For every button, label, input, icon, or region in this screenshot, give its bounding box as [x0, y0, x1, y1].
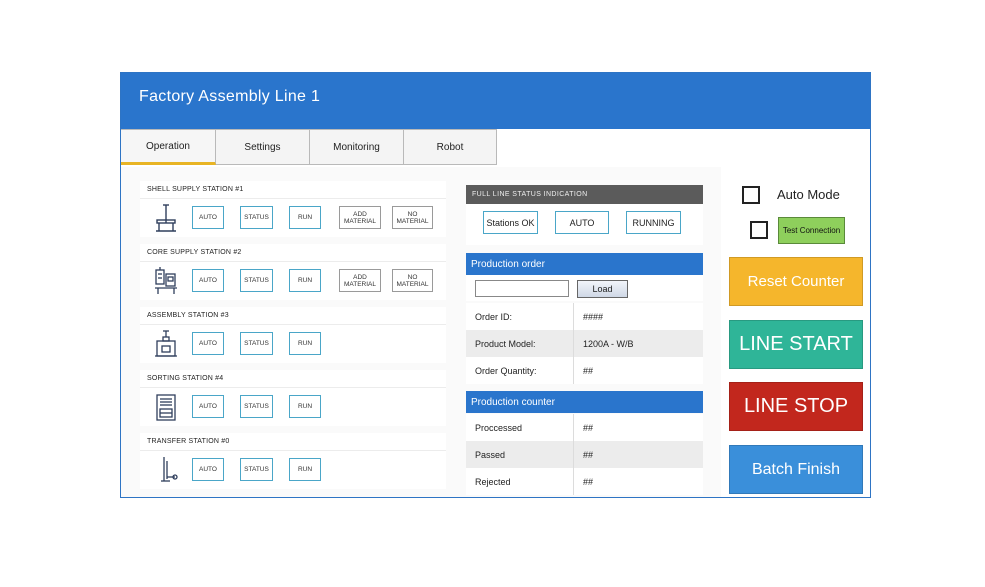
station-list: SHELL SUPPLY STATION #1 AUTO STATUS RUN — [140, 181, 446, 497]
arm-icon — [161, 457, 178, 482]
status-button[interactable]: STATUS — [240, 458, 273, 481]
status-button[interactable]: STATUS — [240, 395, 273, 418]
tab-monitoring[interactable]: Monitoring — [310, 129, 404, 165]
row-value: ## — [583, 423, 594, 433]
tab-operation[interactable]: Operation — [121, 129, 216, 165]
row-value: 1200A - W/B — [583, 339, 634, 349]
table-row: Order Quantity: ## — [466, 357, 703, 384]
order-load-row: Load — [466, 275, 703, 301]
row-value: ## — [583, 366, 594, 376]
row-value: ## — [583, 450, 594, 460]
station-card: SHELL SUPPLY STATION #1 AUTO STATUS RUN — [140, 181, 446, 237]
load-button[interactable]: Load — [577, 280, 628, 298]
divider — [140, 198, 446, 199]
status-button[interactable]: STATUS — [240, 332, 273, 355]
cabinet-icon — [156, 394, 176, 421]
status-button[interactable]: STATUS — [240, 206, 273, 229]
line-stop-button[interactable]: LINE STOP — [729, 382, 863, 431]
control-column: Auto Mode Test Connection Reset Counter … — [721, 167, 870, 497]
table-row: Order ID: #### — [466, 303, 703, 330]
stand-icon — [156, 204, 176, 232]
tab-bar: Operation Settings Monitoring Robot — [121, 129, 870, 167]
row-label: Passed — [475, 450, 506, 460]
station-card: ASSEMBLY STATION #3 AUTO STATUS RUN — [140, 307, 446, 363]
auto-button[interactable]: AUTO — [192, 206, 224, 229]
divider — [140, 261, 446, 262]
station-name: SHELL SUPPLY STATION #1 — [147, 186, 244, 193]
auto-button[interactable]: AUTO — [192, 395, 224, 418]
station-card: TRANSFER STATION #0 AUTO STATUS RUN — [140, 433, 446, 489]
station-card: SORTING STATION #4 AUTO STATUS RUN — [140, 370, 446, 426]
station-name: SORTING STATION #4 — [147, 375, 224, 382]
divider — [140, 387, 446, 388]
row-value: ## — [583, 477, 594, 487]
auto-mode-label: Auto Mode — [777, 187, 840, 202]
auto-indicator: AUTO — [555, 211, 609, 234]
run-button[interactable]: RUN — [289, 458, 321, 481]
add-material-button[interactable]: ADD MATERIAL — [339, 206, 381, 229]
row-value: #### — [583, 312, 604, 322]
add-material-button[interactable]: ADD MATERIAL — [339, 269, 381, 292]
full-line-status-panel: Stations OK AUTO RUNNING — [466, 204, 703, 245]
table-row: Rejected ## — [466, 468, 703, 495]
station-name: CORE SUPPLY STATION #2 — [147, 249, 242, 256]
row-label: Order ID: — [475, 312, 513, 322]
run-button[interactable]: RUN — [289, 269, 321, 292]
test-connection-checkbox[interactable] — [750, 221, 768, 239]
divider — [573, 357, 574, 384]
line-status-column: FULL LINE STATUS INDICATION Stations OK … — [466, 167, 703, 497]
station-name: TRANSFER STATION #0 — [147, 438, 230, 445]
auto-button[interactable]: AUTO — [192, 269, 224, 292]
divider — [573, 330, 574, 357]
line-start-button[interactable]: LINE START — [729, 320, 863, 369]
divider — [573, 441, 574, 468]
row-label: Order Quantity: — [475, 366, 537, 376]
title-bar: Factory Assembly Line 1 — [121, 73, 870, 129]
run-button[interactable]: RUN — [289, 206, 321, 229]
divider — [573, 468, 574, 495]
production-order-header: Production order — [466, 253, 703, 275]
divider — [140, 450, 446, 451]
full-line-status-header: FULL LINE STATUS INDICATION — [466, 185, 703, 204]
reset-counter-button[interactable]: Reset Counter — [729, 257, 863, 306]
station-name: ASSEMBLY STATION #3 — [147, 312, 229, 319]
auto-mode-checkbox[interactable] — [742, 186, 760, 204]
no-material-button[interactable]: NO MATERIAL — [392, 206, 433, 229]
run-button[interactable]: RUN — [289, 332, 321, 355]
stations-ok-indicator: Stations OK — [483, 211, 538, 234]
batch-finish-button[interactable]: Batch Finish — [729, 445, 863, 494]
station-card: CORE SUPPLY STATION #2 AUTO STATUS RUN A… — [140, 244, 446, 300]
auto-button[interactable]: AUTO — [192, 458, 224, 481]
tab-settings[interactable]: Settings — [216, 129, 310, 165]
app-window: Factory Assembly Line 1 Operation Settin… — [120, 72, 871, 498]
running-indicator: RUNNING — [626, 211, 681, 234]
production-counter-header: Production counter — [466, 391, 703, 413]
table-row: Proccessed ## — [466, 414, 703, 441]
tab-robot[interactable]: Robot — [404, 129, 497, 165]
status-button[interactable]: STATUS — [240, 269, 273, 292]
row-label: Rejected — [475, 477, 511, 487]
order-input[interactable] — [475, 280, 569, 297]
operation-panel: SHELL SUPPLY STATION #1 AUTO STATUS RUN — [121, 167, 870, 497]
table-row: Passed ## — [466, 441, 703, 468]
divider — [140, 324, 446, 325]
row-label: Proccessed — [475, 423, 523, 433]
table-row: Product Model: 1200A - W/B — [466, 330, 703, 357]
test-connection-button[interactable]: Test Connection — [778, 217, 845, 244]
window-title: Factory Assembly Line 1 — [139, 88, 321, 105]
auto-button[interactable]: AUTO — [192, 332, 224, 355]
press-icon — [155, 330, 177, 357]
no-material-button[interactable]: NO MATERIAL — [392, 269, 433, 292]
divider — [573, 303, 574, 330]
row-label: Product Model: — [475, 339, 536, 349]
dispenser-icon — [155, 267, 177, 294]
divider — [573, 414, 574, 441]
run-button[interactable]: RUN — [289, 395, 321, 418]
